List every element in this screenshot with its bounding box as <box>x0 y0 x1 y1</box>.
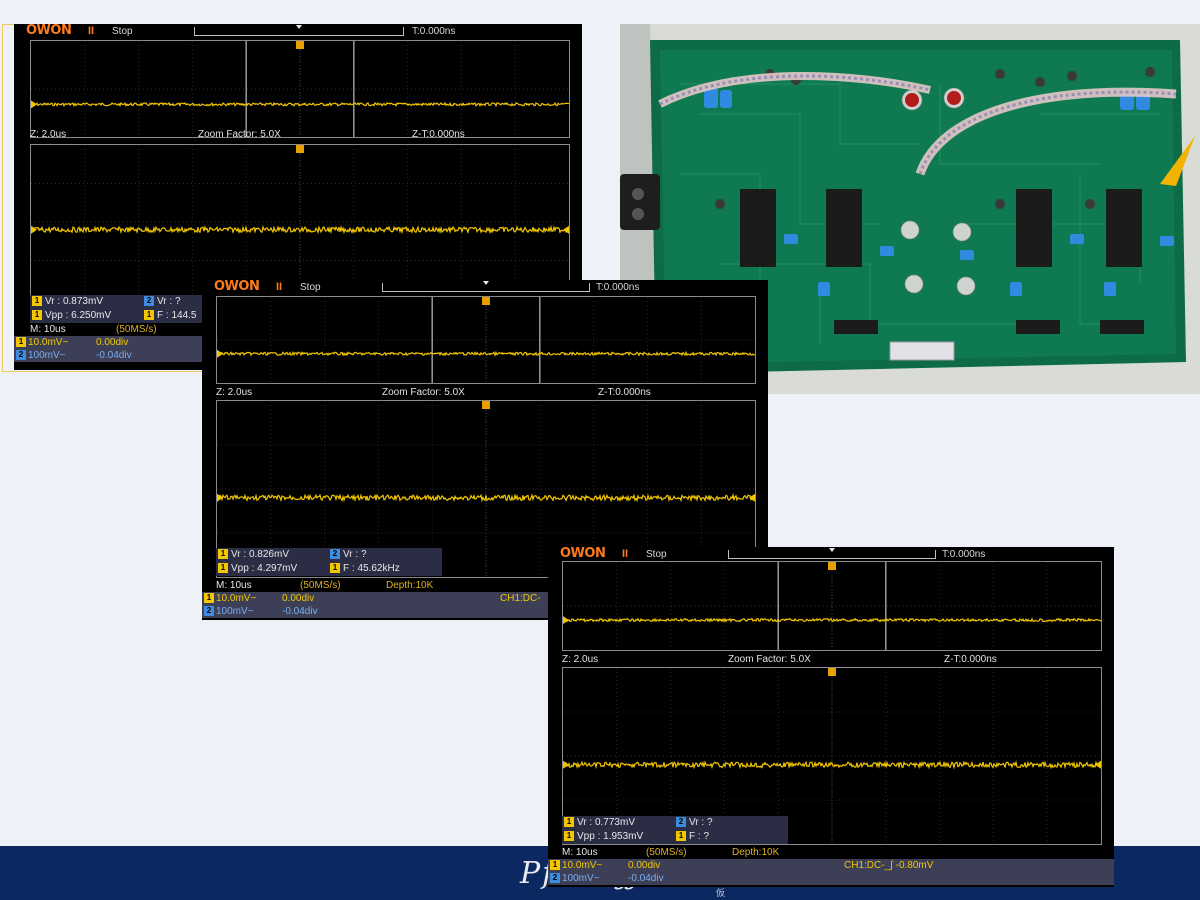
run-state: Stop <box>300 282 321 293</box>
owon-logo: OWON <box>26 24 72 38</box>
scope-header: OWON II Stop T:0.000ns <box>202 280 768 294</box>
overview-window <box>30 40 570 138</box>
memory-position-bar <box>194 25 404 36</box>
ch2-offset: -0.04div <box>628 873 664 884</box>
zoom-factor: Zoom Factor: 5.0X <box>728 654 811 665</box>
memory-depth: Depth:10K <box>732 847 780 858</box>
measurement-panel: 1 Vr : 0.826mV 2 Vr : ? 1 Vpp : 4.297mV 1F … <box>216 548 442 576</box>
owon-logo: OWON <box>214 280 260 294</box>
zoom-grid <box>30 145 570 299</box>
sample-rate: (50MS/s) <box>300 580 341 591</box>
trigger-time: T:0.000ns <box>596 282 640 293</box>
ch1-trace <box>216 350 756 357</box>
zoom-scale: Z: 2.0us <box>216 387 253 398</box>
trigger-position-marker <box>828 562 836 570</box>
ch2-scale: 100mV~ <box>28 350 66 361</box>
ch1-offset: 0.00div <box>282 593 315 604</box>
sample-rate: (50MS/s) <box>646 847 687 858</box>
pause-icon: II <box>276 281 283 293</box>
scope-header: OWON II Stop T:0.000ns <box>14 24 582 38</box>
overview-grid <box>216 297 756 383</box>
ch1-freq: F : ? <box>689 831 710 842</box>
scope-header: OWON II Stop T:0.000ns <box>548 547 1114 561</box>
ch1-scale: 10.0mV~ <box>216 593 257 604</box>
trigger-time: T:0.000ns <box>942 549 986 560</box>
zoom-scale: Z: 2.0us <box>30 129 67 140</box>
scope-screen-3: OWON II Stop T:0.000ns Z: 2.0us Zoom Fac… <box>548 547 1114 887</box>
ch1-ground-marker <box>563 616 569 625</box>
zoom-scale: Z: 2.0us <box>562 654 599 665</box>
memory-position-bar <box>728 548 936 559</box>
trigger-position-marker <box>296 145 304 153</box>
trigger-level-marker <box>749 493 755 502</box>
timebase: M: 10us <box>30 324 66 335</box>
ch1-trace <box>216 492 756 503</box>
status-area: M: 10us (50MS/s) Depth:10K 1 10.0mV~ 0.00div… <box>548 847 1114 885</box>
zoom-row: Z: 2.0us Zoom Factor: 5.0X Z-T:0.000ns <box>216 386 756 399</box>
ch1-vpp: Vpp : 6.250mV <box>45 310 112 321</box>
ch1-vr: Vr : 0.873mV <box>45 296 103 307</box>
overview-grid <box>30 41 570 137</box>
ch2-offset: -0.04div <box>96 350 132 361</box>
trigger-time: T:0.000ns <box>412 26 456 37</box>
ch1-ground-marker <box>31 100 37 109</box>
ch2-vr: Vr : ? <box>689 817 713 828</box>
timebase: M: 10us <box>562 847 598 858</box>
ch1-offset: 0.00div <box>628 860 661 871</box>
ch1-vpp: Vpp : 4.297mV <box>231 563 298 574</box>
overview-window <box>216 296 756 384</box>
memory-position-bar <box>382 281 590 292</box>
zoom-window <box>30 144 570 300</box>
ch1-trace <box>30 101 570 108</box>
ch1-freq: F : 45.62kHz <box>343 563 400 574</box>
memory-depth: Depth:10K <box>386 580 434 591</box>
measurement-panel: 1 Vr : 0.873mV 2 Vr : ? 1 Vpp : 6.250mV 1F … <box>30 295 218 323</box>
ch1-ground-marker <box>217 349 223 358</box>
overview-grid <box>562 562 1102 650</box>
ch1-freq: F : 144.5 <box>157 310 197 321</box>
ch1-scale: 10.0mV~ <box>28 337 69 348</box>
measurement-panel: 1 Vr : 0.773mV 2 Vr : ? 1 Vpp : 1.953mV 1F … <box>562 816 788 844</box>
ch2-offset: -0.04div <box>282 606 318 617</box>
ch1-trace <box>562 760 1102 770</box>
zoom-trigger-time: Z-T:0.000ns <box>944 654 997 665</box>
trigger-position-marker <box>296 41 304 49</box>
zoom-trigger-time: Z-T:0.000ns <box>598 387 651 398</box>
trigger-position-marker <box>482 297 490 305</box>
ch1-vr: Vr : 0.773mV <box>577 817 635 828</box>
timebase: M: 10us <box>216 580 252 591</box>
zoom-factor: Zoom Factor: 5.0X <box>198 129 281 140</box>
trigger-setting: CH1:DC-_∫ -0.80mV <box>844 860 934 871</box>
sample-rate: (50MS/s) <box>116 324 157 335</box>
trigger-setting: CH1:DC- <box>500 593 541 604</box>
trigger-position-marker <box>828 668 836 676</box>
run-state: Stop <box>646 549 667 560</box>
zoom-factor: Zoom Factor: 5.0X <box>382 387 465 398</box>
trigger-position-marker <box>482 401 490 409</box>
zoom-row: Z: 2.0us Zoom Factor: 5.0X Z-T:0.000ns <box>562 653 1102 666</box>
ch1-vpp: Vpp : 1.953mV <box>577 831 644 842</box>
overview-window <box>562 561 1102 651</box>
ch2-scale: 100mV~ <box>562 873 600 884</box>
ch1-ground-marker <box>563 760 569 769</box>
ch2-scale: 100mV~ <box>216 606 254 617</box>
run-state: Stop <box>112 26 133 37</box>
ch2-vr: Vr : ? <box>343 549 367 560</box>
pause-icon: II <box>88 25 95 37</box>
owon-logo: OWON <box>560 547 606 561</box>
pause-icon: II <box>622 548 629 560</box>
ch1-scale: 10.0mV~ <box>562 860 603 871</box>
zoom-trigger-time: Z-T:0.000ns <box>412 129 465 140</box>
zoom-row: Z: 2.0us Zoom Factor: 5.0X Z-T:0.000ns <box>30 128 570 141</box>
ch2-vr: Vr : ? <box>157 296 181 307</box>
ch1-vr: Vr : 0.826mV <box>231 549 289 560</box>
ch1-offset: 0.00div <box>96 337 129 348</box>
footer-small-text: 仮 <box>716 889 726 899</box>
